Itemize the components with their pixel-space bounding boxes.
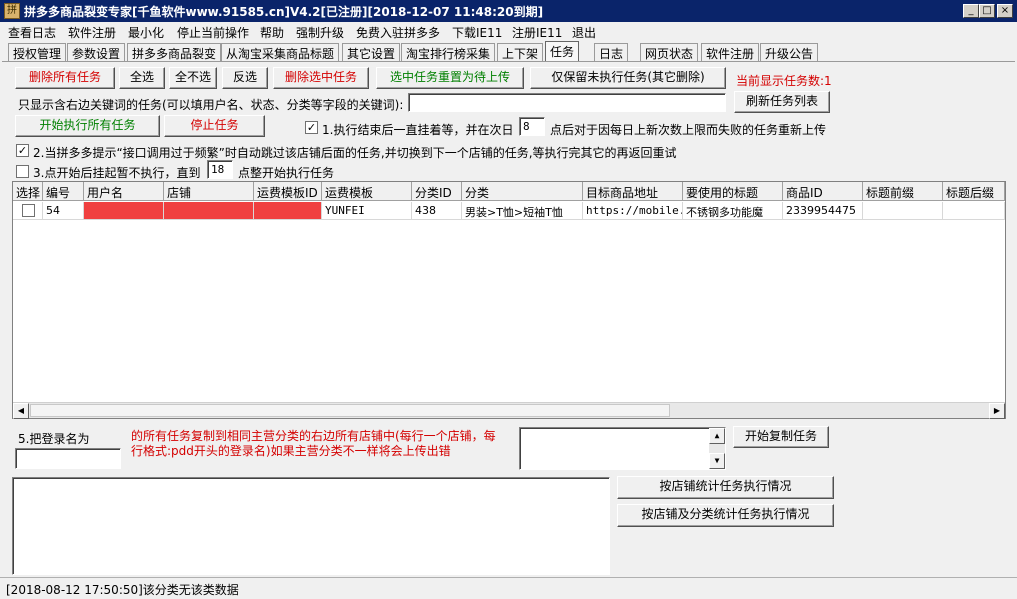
col-header-username[interactable]: 用户名 xyxy=(84,182,164,201)
option1-label: 1.执行结束后一直挂着等，并在次日 xyxy=(322,123,514,137)
log-textarea[interactable] xyxy=(12,477,610,575)
menu-download-ie11[interactable]: 下载IE11 xyxy=(452,24,502,41)
horizontal-scrollbar[interactable]: ◀ ▶ xyxy=(13,402,1005,419)
option3-label: 3.点开始后挂起暂不执行，直到 xyxy=(33,166,201,180)
maximize-button[interactable]: □ xyxy=(979,4,995,18)
scroll-thumb[interactable] xyxy=(30,404,670,417)
option3-hour-input[interactable] xyxy=(207,160,233,179)
option2-label: 2.当拼多多提示“接口调用过于频繁”时自动跳过该店铺后面的任务,并切换到下一个店… xyxy=(33,146,677,160)
menu-join-pdd[interactable]: 免费入驻拼多多 xyxy=(356,24,440,41)
option2-checkbox[interactable]: ✓ xyxy=(16,144,29,157)
cell-product-id: 2339954475 xyxy=(783,202,863,220)
menu-register-ie11[interactable]: 注册IE11 xyxy=(512,24,562,41)
col-header-title-suffix[interactable]: 标题后缀 xyxy=(943,182,1005,201)
col-header-shop[interactable]: 店铺 xyxy=(164,182,254,201)
delete-selected-button[interactable]: 删除选中任务 xyxy=(273,67,369,89)
tab-upgrade-notice[interactable]: 升级公告 xyxy=(760,43,819,61)
cell-title-suffix xyxy=(943,202,1005,220)
cell-category: 男装>T恤>短袖T恤 xyxy=(462,202,583,220)
title-bar: 拼 拼多多商品裂变专家[千鱼软件www.91585.cn]V4.2[已注册][2… xyxy=(0,0,1017,22)
filter-keyword-input[interactable] xyxy=(408,93,726,112)
col-header-title[interactable]: 要使用的标题 xyxy=(683,182,783,201)
start-copy-button[interactable]: 开始复制任务 xyxy=(733,426,829,448)
tab-taobao-rank[interactable]: 淘宝排行榜采集 xyxy=(401,43,496,61)
cell-title-prefix xyxy=(863,202,943,220)
option1-suffix: 点后对于因每日上新次数上限而失败的任务重新上传 xyxy=(550,123,827,137)
copy-label: 5.把登录名为 xyxy=(18,432,90,446)
start-all-tasks-button[interactable]: 开始执行所有任务 xyxy=(15,115,160,137)
col-header-id[interactable]: 编号 xyxy=(43,182,84,201)
cell-freight-id-redacted xyxy=(254,202,322,220)
close-button[interactable]: × xyxy=(997,4,1013,18)
tab-other-settings[interactable]: 其它设置 xyxy=(342,43,401,61)
tab-taobao-titles[interactable]: 从淘宝采集商品标题 xyxy=(221,43,340,61)
cell-freight-template: YUNFEI xyxy=(322,202,412,220)
cell-id: 54 xyxy=(43,202,84,220)
minimize-button[interactable]: _ xyxy=(963,4,979,18)
menu-force-upgrade[interactable]: 强制升级 xyxy=(296,24,344,41)
cell-shop-redacted xyxy=(164,202,254,220)
stats-by-shop-category-button[interactable]: 按店铺及分类统计任务执行情况 xyxy=(617,504,834,527)
scroll-up-icon[interactable]: ▲ xyxy=(709,428,725,444)
cell-title: 不锈钢多功能魔 xyxy=(683,202,783,220)
delete-all-tasks-button[interactable]: 删除所有任务 xyxy=(15,67,115,89)
col-header-category[interactable]: 分类 xyxy=(462,182,583,201)
stats-by-shop-button[interactable]: 按店铺统计任务执行情况 xyxy=(617,476,834,499)
tab-fission[interactable]: 拼多多商品裂变 xyxy=(127,43,222,61)
vertical-scrollbar[interactable]: ▲ ▼ xyxy=(709,428,725,469)
col-header-title-prefix[interactable]: 标题前缀 xyxy=(863,182,943,201)
select-all-button[interactable]: 全选 xyxy=(119,67,165,89)
status-text: [2018-08-12 17:50:50]该分类无该类数据 xyxy=(6,583,239,597)
menu-stop-current[interactable]: 停止当前操作 xyxy=(177,24,249,41)
window-title: 拼多多商品裂变专家[千鱼软件www.91585.cn]V4.2[已注册][201… xyxy=(24,5,544,19)
cell-target-url: https://mobile. xyxy=(583,202,683,220)
tab-tasks[interactable]: 任务 xyxy=(545,41,580,62)
scroll-down-icon[interactable]: ▼ xyxy=(709,453,725,469)
select-none-button[interactable]: 全不选 xyxy=(169,67,217,89)
tab-software-register[interactable]: 软件注册 xyxy=(701,43,760,61)
refresh-task-list-button[interactable]: 刷新任务列表 xyxy=(734,91,830,113)
option1-hour-input[interactable] xyxy=(519,117,545,136)
row-select-cell[interactable] xyxy=(13,202,43,220)
copy-description: 的所有任务复制到相同主营分类的右边所有店铺中(每行一个店铺，每行格式:pdd开头… xyxy=(131,429,496,458)
task-count-label: 当前显示任务数:1 xyxy=(736,74,832,88)
row-checkbox[interactable] xyxy=(22,204,35,217)
keep-unexecuted-button[interactable]: 仅保留未执行任务(其它删除) xyxy=(530,67,726,89)
col-header-freight-id[interactable]: 运费模板ID xyxy=(254,182,322,201)
filter-label: 只显示含右边关键词的任务(可以填用户名、状态、分类等字段的关键词): xyxy=(18,98,404,112)
col-header-select[interactable]: 选择 xyxy=(13,182,43,201)
tab-log[interactable]: 日志 xyxy=(594,43,629,61)
tab-web-status[interactable]: 网页状态 xyxy=(640,43,699,61)
reset-selected-button[interactable]: 选中任务重置为待上传 xyxy=(376,67,524,89)
scroll-left-icon[interactable]: ◀ xyxy=(13,403,29,419)
status-bar: [2018-08-12 17:50:50]该分类无该类数据 xyxy=(0,577,1017,599)
copy-shops-textarea[interactable]: ▲ ▼ xyxy=(519,427,726,470)
tab-shelf[interactable]: 上下架 xyxy=(497,43,544,61)
cell-category-id: 438 xyxy=(412,202,462,220)
app-icon: 拼 xyxy=(4,3,20,19)
check-mark-icon: ✓ xyxy=(17,144,28,157)
tab-params[interactable]: 参数设置 xyxy=(67,43,126,61)
option3-checkbox[interactable] xyxy=(16,165,29,178)
col-header-category-id[interactable]: 分类ID xyxy=(412,182,462,201)
copy-login-input[interactable] xyxy=(15,448,121,469)
task-grid: 选择 编号 用户名 店铺 运费模板ID 运费模板 分类ID 分类 目标商品地址 … xyxy=(12,181,1006,419)
scroll-right-icon[interactable]: ▶ xyxy=(989,403,1005,419)
stop-tasks-button[interactable]: 停止任务 xyxy=(164,115,265,137)
menu-view-log[interactable]: 查看日志 xyxy=(8,24,56,41)
cell-username-redacted xyxy=(84,202,164,220)
menu-help[interactable]: 帮助 xyxy=(260,24,284,41)
menu-register[interactable]: 软件注册 xyxy=(68,24,116,41)
col-header-freight-template[interactable]: 运费模板 xyxy=(322,182,412,201)
tab-auth[interactable]: 授权管理 xyxy=(8,43,67,61)
option3-suffix: 点整开始执行任务 xyxy=(238,166,335,180)
col-header-product-id[interactable]: 商品ID xyxy=(783,182,863,201)
col-header-target-url[interactable]: 目标商品地址 xyxy=(583,182,683,201)
invert-selection-button[interactable]: 反选 xyxy=(222,67,268,89)
option1-checkbox[interactable]: ✓ xyxy=(305,121,318,134)
menu-exit[interactable]: 退出 xyxy=(572,24,596,41)
menu-minimize[interactable]: 最小化 xyxy=(128,24,164,41)
check-mark-icon: ✓ xyxy=(306,121,317,134)
menu-bar: 查看日志 软件注册 最小化 停止当前操作 帮助 强制升级 免费入驻拼多多 下载I… xyxy=(0,22,1017,42)
